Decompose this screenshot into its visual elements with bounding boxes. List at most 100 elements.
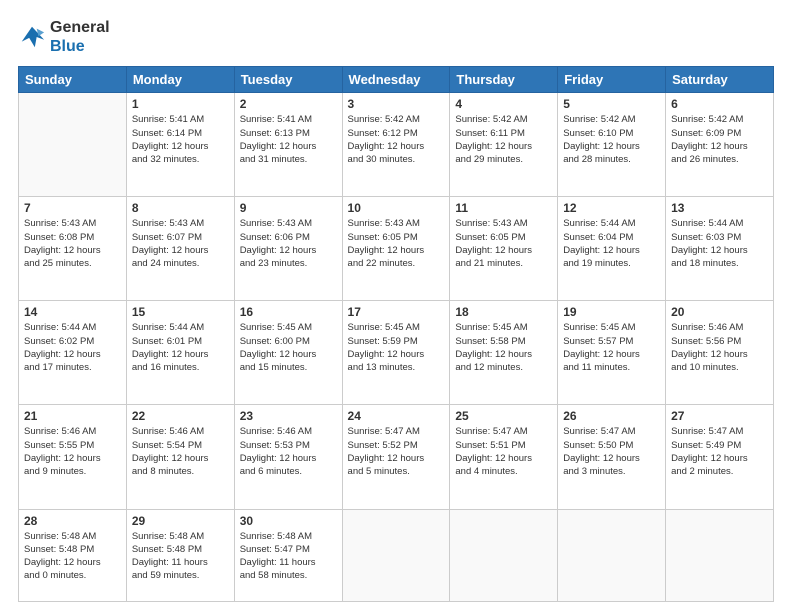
day-number: 28 [24,514,121,528]
calendar-cell: 22 Sunrise: 5:46 AM Sunset: 5:54 PM Dayli… [126,405,234,509]
day-info: Sunrise: 5:43 AM Sunset: 6:05 PM Dayligh… [348,217,445,270]
calendar-cell: 28 Sunrise: 5:48 AM Sunset: 5:48 PM Dayli… [19,509,127,602]
day-number: 24 [348,409,445,423]
calendar-cell: 4Sunrise: 5:42 AM Sunset: 6:11 PM Daylig… [450,93,558,197]
calendar-week-row: 21 Sunrise: 5:46 AM Sunset: 5:55 PM Dayli… [19,405,774,509]
day-info: Sunrise: 5:47 AM Sunset: 5:52 PM Dayligh… [348,425,445,478]
day-info: Sunrise: 5:45 AM Sunset: 6:00 PM Dayligh… [240,321,337,374]
day-number: 2 [240,97,337,111]
calendar-cell: 8 Sunrise: 5:43 AM Sunset: 6:07 PM Daylig… [126,197,234,301]
weekday-header: Sunday [19,67,127,93]
calendar-cell: 26Sunrise: 5:47 AM Sunset: 5:50 PM Dayli… [558,405,666,509]
calendar-cell: 29Sunrise: 5:48 AM Sunset: 5:48 PM Dayli… [126,509,234,602]
day-number: 10 [348,201,445,215]
calendar-cell: 13 Sunrise: 5:44 AM Sunset: 6:03 PM Dayli… [666,197,774,301]
day-number: 25 [455,409,552,423]
calendar-header-row: SundayMondayTuesdayWednesdayThursdayFrid… [19,67,774,93]
calendar-cell: 9 Sunrise: 5:43 AM Sunset: 6:06 PM Daylig… [234,197,342,301]
day-info: Sunrise: 5:43 AM Sunset: 6:06 PM Dayligh… [240,217,337,270]
calendar-cell: 15 Sunrise: 5:44 AM Sunset: 6:01 PM Dayli… [126,301,234,405]
day-info: Sunrise: 5:44 AM Sunset: 6:04 PM Dayligh… [563,217,660,270]
day-info: Sunrise: 5:46 AM Sunset: 5:54 PM Dayligh… [132,425,229,478]
day-number: 26 [563,409,660,423]
calendar-cell [342,509,450,602]
calendar-cell: 1 Sunrise: 5:41 AM Sunset: 6:14 PM Daylig… [126,93,234,197]
calendar-cell: 23 Sunrise: 5:46 AM Sunset: 5:53 PM Dayli… [234,405,342,509]
logo-icon [18,23,46,51]
weekday-header: Tuesday [234,67,342,93]
weekday-header: Thursday [450,67,558,93]
calendar-cell: 19Sunrise: 5:45 AM Sunset: 5:57 PM Dayli… [558,301,666,405]
weekday-header: Friday [558,67,666,93]
calendar-cell: 21 Sunrise: 5:46 AM Sunset: 5:55 PM Dayli… [19,405,127,509]
calendar-cell: 14Sunrise: 5:44 AM Sunset: 6:02 PM Dayli… [19,301,127,405]
day-number: 20 [671,305,768,319]
header: General Blue [18,18,774,56]
calendar-cell: 12 Sunrise: 5:44 AM Sunset: 6:04 PM Dayli… [558,197,666,301]
day-number: 23 [240,409,337,423]
page: General Blue SundayMondayTuesdayWednesda… [0,0,792,612]
day-number: 18 [455,305,552,319]
day-info: Sunrise: 5:46 AM Sunset: 5:55 PM Dayligh… [24,425,121,478]
day-number: 21 [24,409,121,423]
day-info: Sunrise: 5:43 AM Sunset: 6:05 PM Dayligh… [455,217,552,270]
day-number: 1 [132,97,229,111]
calendar-cell: 30Sunrise: 5:48 AM Sunset: 5:47 PM Dayli… [234,509,342,602]
day-info: Sunrise: 5:46 AM Sunset: 5:53 PM Dayligh… [240,425,337,478]
logo-text: General Blue [50,18,110,56]
calendar-cell: 27 Sunrise: 5:47 AM Sunset: 5:49 PM Dayli… [666,405,774,509]
day-info: Sunrise: 5:45 AM Sunset: 5:58 PM Dayligh… [455,321,552,374]
calendar-cell [558,509,666,602]
calendar-cell [666,509,774,602]
weekday-header: Saturday [666,67,774,93]
calendar-cell: 2 Sunrise: 5:41 AM Sunset: 6:13 PM Daylig… [234,93,342,197]
day-info: Sunrise: 5:48 AM Sunset: 5:48 PM Dayligh… [24,530,121,583]
day-info: Sunrise: 5:47 AM Sunset: 5:49 PM Dayligh… [671,425,768,478]
calendar-week-row: 1 Sunrise: 5:41 AM Sunset: 6:14 PM Daylig… [19,93,774,197]
day-info: Sunrise: 5:44 AM Sunset: 6:03 PM Dayligh… [671,217,768,270]
day-number: 17 [348,305,445,319]
calendar-cell: 18 Sunrise: 5:45 AM Sunset: 5:58 PM Dayli… [450,301,558,405]
day-number: 5 [563,97,660,111]
day-info: Sunrise: 5:42 AM Sunset: 6:10 PM Dayligh… [563,113,660,166]
calendar-cell: 17 Sunrise: 5:45 AM Sunset: 5:59 PM Dayli… [342,301,450,405]
day-info: Sunrise: 5:46 AM Sunset: 5:56 PM Dayligh… [671,321,768,374]
calendar-cell: 3 Sunrise: 5:42 AM Sunset: 6:12 PM Daylig… [342,93,450,197]
calendar-cell: 5 Sunrise: 5:42 AM Sunset: 6:10 PM Daylig… [558,93,666,197]
logo: General Blue [18,18,110,56]
day-number: 11 [455,201,552,215]
day-number: 16 [240,305,337,319]
day-info: Sunrise: 5:43 AM Sunset: 6:07 PM Dayligh… [132,217,229,270]
day-info: Sunrise: 5:45 AM Sunset: 5:57 PM Dayligh… [563,321,660,374]
weekday-header: Wednesday [342,67,450,93]
day-info: Sunrise: 5:42 AM Sunset: 6:12 PM Dayligh… [348,113,445,166]
day-info: Sunrise: 5:48 AM Sunset: 5:47 PM Dayligh… [240,530,337,583]
day-info: Sunrise: 5:43 AM Sunset: 6:08 PM Dayligh… [24,217,121,270]
weekday-header: Monday [126,67,234,93]
day-number: 22 [132,409,229,423]
day-number: 3 [348,97,445,111]
day-number: 9 [240,201,337,215]
day-number: 12 [563,201,660,215]
day-number: 13 [671,201,768,215]
day-info: Sunrise: 5:44 AM Sunset: 6:01 PM Dayligh… [132,321,229,374]
day-info: Sunrise: 5:45 AM Sunset: 5:59 PM Dayligh… [348,321,445,374]
day-info: Sunrise: 5:47 AM Sunset: 5:51 PM Dayligh… [455,425,552,478]
day-info: Sunrise: 5:44 AM Sunset: 6:02 PM Dayligh… [24,321,121,374]
day-number: 15 [132,305,229,319]
day-number: 8 [132,201,229,215]
calendar-cell: 24 Sunrise: 5:47 AM Sunset: 5:52 PM Dayli… [342,405,450,509]
day-number: 29 [132,514,229,528]
day-number: 7 [24,201,121,215]
calendar-table: SundayMondayTuesdayWednesdayThursdayFrid… [18,66,774,602]
calendar-cell: 11 Sunrise: 5:43 AM Sunset: 6:05 PM Dayli… [450,197,558,301]
calendar-cell: 6Sunrise: 5:42 AM Sunset: 6:09 PM Daylig… [666,93,774,197]
calendar-cell: 16 Sunrise: 5:45 AM Sunset: 6:00 PM Dayli… [234,301,342,405]
day-info: Sunrise: 5:41 AM Sunset: 6:13 PM Dayligh… [240,113,337,166]
day-info: Sunrise: 5:42 AM Sunset: 6:09 PM Dayligh… [671,113,768,166]
calendar-cell: 20 Sunrise: 5:46 AM Sunset: 5:56 PM Dayli… [666,301,774,405]
calendar-cell: 10 Sunrise: 5:43 AM Sunset: 6:05 PM Dayli… [342,197,450,301]
day-number: 27 [671,409,768,423]
calendar-week-row: 14Sunrise: 5:44 AM Sunset: 6:02 PM Dayli… [19,301,774,405]
day-info: Sunrise: 5:41 AM Sunset: 6:14 PM Dayligh… [132,113,229,166]
